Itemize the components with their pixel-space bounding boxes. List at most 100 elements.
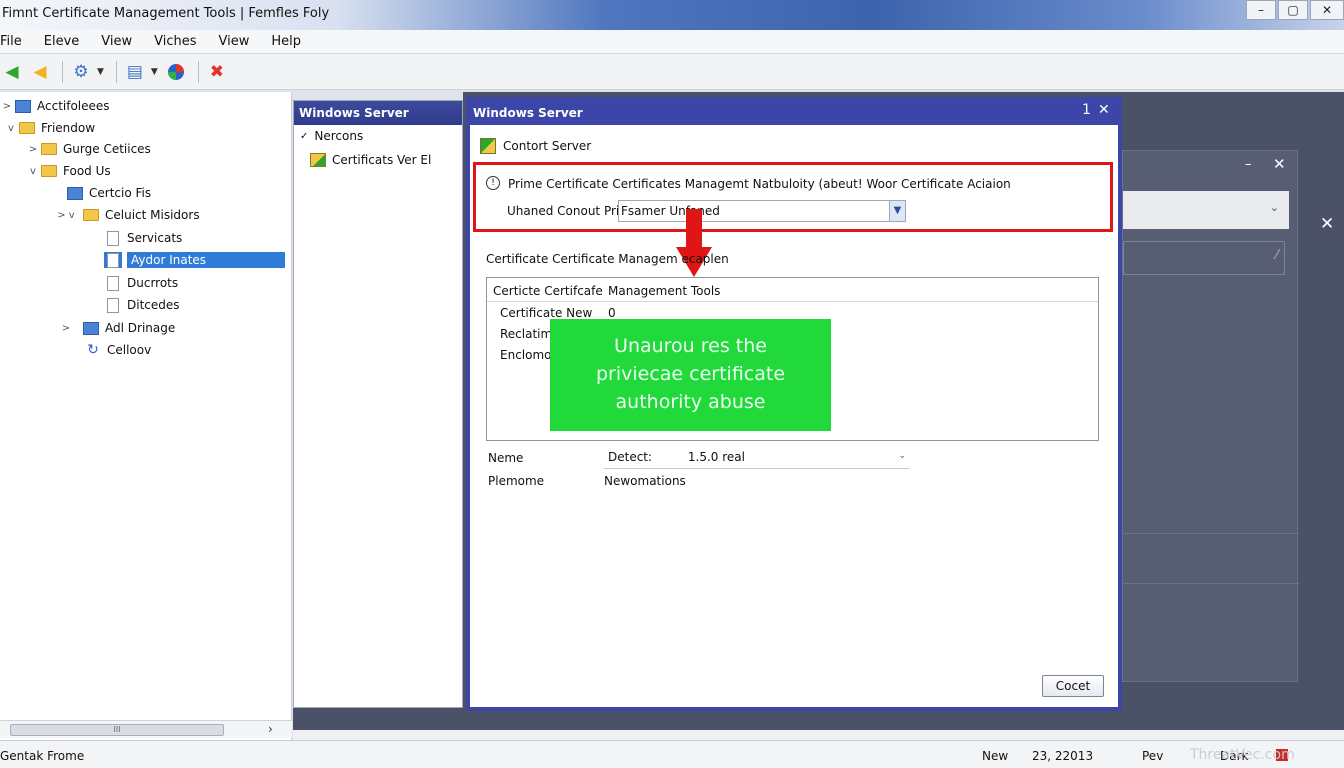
menu-bar: File Eleve View Viches View Help [0, 30, 1344, 54]
horizontal-scrollbar[interactable]: III › [0, 720, 292, 738]
close-icon[interactable]: ✕ [1273, 155, 1286, 173]
list-item[interactable]: Certificats Ver El [310, 153, 431, 167]
dialog-body: Contort Server ! Prime Certificate Certi… [470, 125, 1118, 707]
phone-label: Plemome [488, 474, 545, 488]
toolbar: ◀ ◀ ⚙ ▼ ▤ ▼ ✖ [0, 54, 1344, 90]
back-arrow-icon[interactable]: ◀ [0, 60, 24, 84]
red-arrow-icon [676, 209, 712, 277]
table-row[interactable]: Enclomo [500, 348, 552, 362]
network-icon[interactable]: ⚙ [69, 60, 93, 84]
tree-node[interactable]: Certcio Fis [52, 183, 151, 203]
certificate-icon [310, 153, 326, 167]
info-icon: ! [486, 176, 500, 190]
drive-icon [82, 320, 100, 336]
clear-icon[interactable]: ⁄ [1276, 248, 1278, 263]
tree-node-label: Acctifoleees [37, 99, 110, 113]
close-window-button[interactable]: ✕ [1310, 0, 1344, 20]
expand-toggle[interactable]: > [50, 323, 82, 334]
toolbar-separator [197, 60, 199, 83]
tree-node[interactable]: Servicats [90, 228, 182, 248]
dropdown-value: 1.5.0 real [687, 450, 745, 464]
list-item[interactable]: ✓ Nercons [300, 129, 363, 143]
toolbar-separator [115, 60, 117, 83]
tree-node-selected[interactable]: Aydor Inates [90, 250, 285, 270]
divider [1123, 533, 1299, 534]
pane-header: Windows Server [294, 101, 462, 125]
tree-node-label: Certcio Fis [89, 186, 152, 200]
maximize-button[interactable]: ▢ [1278, 0, 1308, 20]
cancel-button[interactable]: Cocet [1042, 675, 1104, 697]
column-header[interactable]: Management Tools [608, 284, 720, 298]
check-icon: ✓ [300, 130, 309, 142]
window-title: Fimnt Certificate Management Tools | Fem… [2, 6, 330, 21]
folder-icon [18, 120, 36, 136]
tree-node[interactable]: Ditcedes [90, 295, 180, 315]
bottom-strip [293, 708, 1344, 740]
table-row[interactable]: Reclatim [500, 327, 552, 341]
scrollbar-thumb[interactable]: III [10, 724, 224, 736]
column-header[interactable]: Certicte Certifcafe [493, 284, 603, 298]
tree-node[interactable]: v Food Us [26, 161, 111, 181]
menu-file[interactable]: File [0, 34, 22, 49]
chevron-down-icon[interactable]: ⌄ [898, 451, 906, 461]
status-rev: Pev [1142, 749, 1164, 763]
expand-toggle[interactable]: v [26, 166, 40, 177]
scroll-right-arrow-icon[interactable]: › [268, 722, 273, 736]
minimize-button[interactable]: – [1246, 0, 1276, 20]
minimize-icon[interactable]: – [1245, 157, 1252, 172]
subheading: Certificate Certificate Managem ecaplen [486, 252, 729, 266]
expand-toggle[interactable]: > v [50, 210, 82, 221]
detect-dropdown[interactable]: Detect: 1.5.0 real ⌄ [604, 447, 910, 469]
menu-view[interactable]: View [101, 34, 132, 49]
document-icon [104, 252, 122, 268]
forward-arrow-icon[interactable]: ◀ [28, 60, 52, 84]
service-dropdown[interactable]: Fsamer Unfaned ▼ [618, 200, 906, 222]
status-new: New [982, 749, 1009, 763]
background-window: – ✕ ⌄ ⁄ [1122, 150, 1299, 682]
close-icon[interactable]: ✕ [1320, 214, 1334, 234]
row-label: Reclatim [500, 327, 553, 341]
document-icon [104, 275, 122, 291]
tree-node-label: Food Us [63, 164, 111, 178]
refresh-icon: ↻ [87, 342, 99, 358]
list-item-label: Nercons [314, 129, 364, 143]
menu-eleve[interactable]: Eleve [44, 34, 80, 49]
tree-node[interactable]: > v Celuict Misidors [50, 205, 199, 225]
tree-node-label: Ditcedes [127, 298, 180, 312]
menu-viches[interactable]: Viches [154, 34, 196, 49]
chevron-down-icon[interactable]: ⌄ [1270, 201, 1279, 214]
chevron-down-icon[interactable]: ▼ [151, 67, 158, 77]
expand-toggle[interactable]: > [0, 101, 14, 112]
tree-node[interactable]: ↻ Celloov [70, 340, 151, 360]
close-icon[interactable]: ✕ [1098, 102, 1110, 118]
tree-node-label: Adl Drinage [105, 321, 176, 335]
properties-icon[interactable]: ▤ [123, 60, 147, 84]
tree-node[interactable]: > Acctifoleees [0, 96, 110, 116]
background-input[interactable]: ⁄ [1123, 241, 1285, 275]
tree-node-label: Servicats [127, 231, 183, 245]
tree-node[interactable]: Ducrrots [90, 273, 178, 293]
delete-icon[interactable]: ✖ [205, 60, 229, 84]
overlay-line: priviecae certificate [595, 363, 786, 385]
expand-toggle[interactable]: > [26, 144, 40, 155]
server-icon [480, 138, 496, 154]
tree-node[interactable]: > Gurge Cetiices [26, 139, 151, 159]
row-label: Certificate New [500, 306, 593, 320]
actions-pane: Windows Server ✓ Nercons Certificats Ver… [293, 100, 463, 708]
menu-view-2[interactable]: View [219, 34, 250, 49]
globe-icon[interactable] [164, 60, 188, 84]
tree-node-label: Friendow [41, 121, 96, 135]
tree-node[interactable]: v Friendow [4, 118, 95, 138]
background-dropdown[interactable]: ⌄ [1123, 191, 1289, 229]
console-tree: > Acctifoleees v Friendow > Gurge Cetiic… [0, 92, 292, 740]
menu-help[interactable]: Help [271, 34, 301, 49]
expand-toggle[interactable]: v [4, 123, 18, 134]
row-value: 0 [608, 306, 616, 320]
help-icon[interactable]: 1 [1082, 102, 1091, 118]
tree-node[interactable]: > Adl Drinage [50, 318, 175, 338]
status-date: 23, 22013 [1032, 749, 1094, 763]
table-row[interactable]: Certificate New [500, 306, 592, 320]
chevron-down-icon[interactable]: ▼ [889, 201, 905, 221]
chevron-down-icon[interactable]: ▼ [97, 67, 104, 77]
certificate-store-icon [66, 185, 84, 201]
